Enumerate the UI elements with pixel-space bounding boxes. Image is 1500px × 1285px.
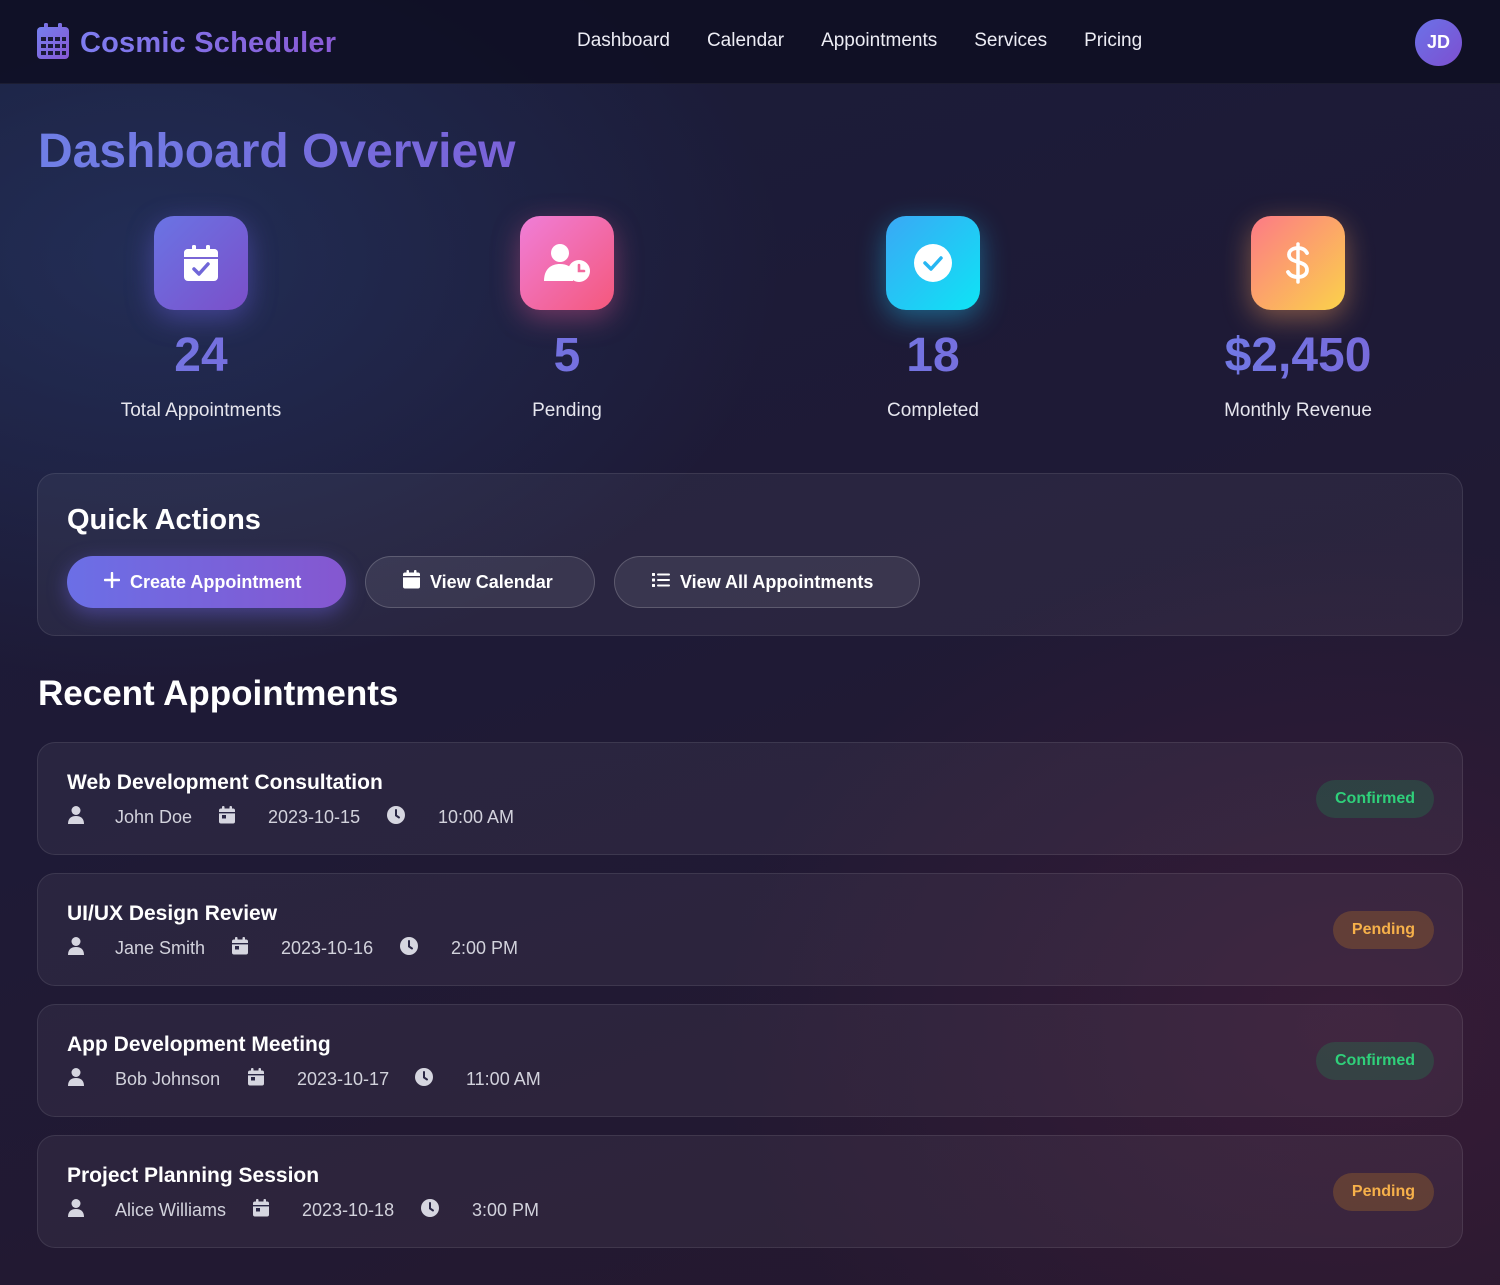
calendar-icon bbox=[403, 570, 420, 594]
check-circle-icon bbox=[886, 216, 980, 310]
appointment-meta: Bob Johnson 2023-10-17 11:00 AM bbox=[67, 1067, 967, 1091]
appointment-card[interactable]: UI/UX Design Review Jane Smith 2023-10-1… bbox=[37, 873, 1463, 986]
appointment-title: Project Planning Session bbox=[67, 1164, 320, 1187]
calendar-icon bbox=[218, 805, 236, 825]
appointment-time: 3:00 PM bbox=[472, 1200, 540, 1220]
create-appointment-button[interactable]: Create Appointment bbox=[67, 556, 346, 608]
nav-link-pricing[interactable]: Pricing bbox=[1084, 30, 1142, 52]
stats-row: 24 Total Appointments 5 Pending 18 Compl… bbox=[0, 216, 1500, 426]
user-icon bbox=[67, 1198, 85, 1218]
appointment-card[interactable]: App Development Meeting Bob Johnson 2023… bbox=[37, 1004, 1463, 1117]
appointment-meta: John Doe 2023-10-15 10:00 AM bbox=[67, 805, 967, 829]
status-badge: Confirmed bbox=[1316, 780, 1434, 818]
stat-label: Monthly Revenue bbox=[1224, 400, 1372, 421]
calendar-icon bbox=[231, 936, 249, 956]
stat-label: Total Appointments bbox=[120, 400, 282, 421]
appointment-title: Web Development Consultation bbox=[67, 771, 383, 794]
calendar-icon bbox=[252, 1198, 270, 1218]
stat-value: $2,450 bbox=[1148, 332, 1448, 380]
appointment-meta: Alice Williams 2023-10-18 3:00 PM bbox=[67, 1198, 967, 1222]
user-icon bbox=[67, 805, 85, 825]
appointment-date: 2023-10-16 bbox=[281, 938, 374, 958]
stat-card-pending: 5 Pending bbox=[417, 216, 717, 422]
stat-value: 18 bbox=[783, 332, 1083, 380]
calendar-check-icon bbox=[154, 216, 248, 310]
nav-links: Dashboard Calendar Appointments Services… bbox=[577, 30, 1142, 52]
appointment-time: 10:00 AM bbox=[438, 807, 515, 827]
plus-icon bbox=[103, 571, 121, 593]
quick-actions-panel: Quick Actions Create Appointment View Ca… bbox=[37, 473, 1463, 636]
appointment-card[interactable]: Project Planning Session Alice Williams … bbox=[37, 1135, 1463, 1248]
stat-card-total: 24 Total Appointments bbox=[51, 216, 351, 422]
view-calendar-label: View Calendar bbox=[430, 571, 553, 592]
nav-link-services[interactable]: Services bbox=[974, 30, 1047, 52]
view-all-appointments-button[interactable]: View All Appointments bbox=[614, 556, 920, 608]
user-icon bbox=[67, 936, 85, 956]
nav-link-appointments[interactable]: Appointments bbox=[821, 30, 937, 52]
quick-actions-title: Quick Actions bbox=[67, 504, 261, 536]
appointment-title: App Development Meeting bbox=[67, 1033, 331, 1056]
appointment-date: 2023-10-17 bbox=[297, 1069, 390, 1089]
brand-title: Cosmic Scheduler bbox=[80, 27, 337, 59]
nav-link-calendar[interactable]: Calendar bbox=[707, 30, 784, 52]
user-avatar[interactable]: JD bbox=[1415, 19, 1462, 66]
clock-icon bbox=[421, 1198, 439, 1218]
appointment-client: John Doe bbox=[115, 807, 193, 827]
recent-appointments-title: Recent Appointments bbox=[38, 674, 399, 713]
stat-card-revenue: $2,450 Monthly Revenue bbox=[1148, 216, 1448, 422]
stat-label: Pending bbox=[532, 400, 602, 421]
appointment-card[interactable]: Web Development Consultation John Doe 20… bbox=[37, 742, 1463, 855]
stat-card-completed: 18 Completed bbox=[783, 216, 1083, 422]
page-title: Dashboard Overview bbox=[38, 125, 516, 178]
appointment-client: Jane Smith bbox=[115, 938, 206, 958]
clock-icon bbox=[415, 1067, 433, 1087]
user-icon bbox=[67, 1067, 85, 1087]
stat-label: Completed bbox=[887, 400, 979, 421]
status-badge: Confirmed bbox=[1316, 1042, 1434, 1080]
status-badge: Pending bbox=[1332, 911, 1434, 949]
appointment-date: 2023-10-18 bbox=[302, 1200, 395, 1220]
view-all-appointments-label: View All Appointments bbox=[680, 571, 874, 592]
clock-icon bbox=[400, 936, 418, 956]
dollar-icon bbox=[1251, 216, 1345, 310]
nav-link-dashboard[interactable]: Dashboard bbox=[577, 30, 670, 52]
user-clock-icon bbox=[520, 216, 614, 310]
view-calendar-button[interactable]: View Calendar bbox=[365, 556, 595, 608]
calendar-icon bbox=[36, 22, 70, 65]
appointment-time: 2:00 PM bbox=[451, 938, 519, 958]
stat-value: 5 bbox=[417, 332, 717, 380]
clock-icon bbox=[387, 805, 405, 825]
appointment-meta: Jane Smith 2023-10-16 2:00 PM bbox=[67, 936, 967, 960]
stat-value: 24 bbox=[51, 332, 351, 380]
list-icon bbox=[652, 572, 670, 593]
appointment-date: 2023-10-15 bbox=[268, 807, 361, 827]
calendar-icon bbox=[247, 1067, 265, 1087]
appointment-client: Alice Williams bbox=[115, 1200, 227, 1220]
status-badge: Pending bbox=[1332, 1173, 1434, 1211]
brand[interactable]: Cosmic Scheduler bbox=[36, 22, 336, 65]
top-navbar: Cosmic Scheduler Dashboard Calendar Appo… bbox=[0, 0, 1500, 84]
appointment-time: 11:00 AM bbox=[466, 1069, 541, 1089]
create-appointment-label: Create Appointment bbox=[130, 571, 302, 592]
appointment-title: UI/UX Design Review bbox=[67, 902, 278, 925]
appointment-client: Bob Johnson bbox=[115, 1069, 221, 1089]
